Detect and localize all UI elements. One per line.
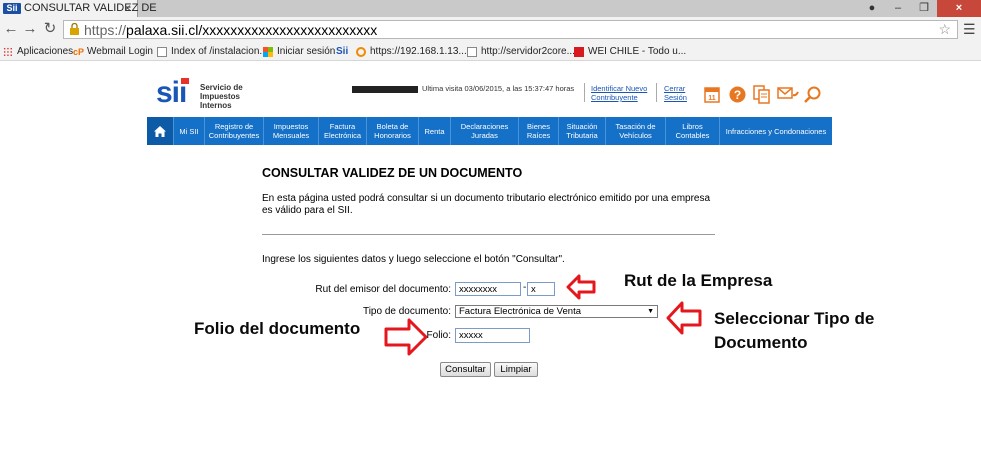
- documents-icon[interactable]: [753, 85, 771, 104]
- annotation-tipo: Seleccionar Tipo de Documento: [714, 309, 875, 352]
- identify-new-taxpayer-link[interactable]: Identificar Nuevo Contribuyente: [591, 84, 647, 102]
- bookmark-192[interactable]: https://192.168.1.13...: [356, 44, 467, 59]
- logout-link[interactable]: Cerrar Sesión: [664, 84, 687, 102]
- rut-dash: -: [523, 282, 527, 293]
- forward-arrow-icon[interactable]: →: [22, 21, 38, 37]
- page-icon: [157, 46, 167, 57]
- browser-menu-icon[interactable]: ☰: [963, 21, 976, 38]
- search-icon[interactable]: [804, 86, 821, 103]
- divider: [262, 234, 715, 235]
- last-visit-text: Ultima visita 03/06/2015, a las 15:37:47…: [422, 84, 575, 93]
- window-user-icon[interactable]: ●: [859, 0, 885, 17]
- nav-home[interactable]: [147, 117, 174, 145]
- tipo-label: Tipo de documento:: [362, 306, 451, 317]
- rut-label: Rut del emisor del documento:: [315, 284, 451, 295]
- redacted-user-name: [352, 85, 418, 93]
- intro-text: En esta página usted podrá consultar si …: [262, 193, 711, 216]
- header-divider: [656, 83, 657, 102]
- dropdown-arrow-icon: ▼: [647, 308, 654, 315]
- back-arrow-icon[interactable]: ←: [3, 21, 19, 37]
- tab-title: CONSULTAR VALIDEZ DE: [24, 2, 157, 14]
- arrow-left-icon: [566, 274, 596, 300]
- nav-infracciones-condonaciones[interactable]: Infracciones y Condonaciones: [720, 117, 832, 145]
- logo-text: Servicio de Impuestos Internos: [200, 83, 243, 110]
- reload-icon[interactable]: ↻: [42, 21, 58, 37]
- sii-icon: Sii: [336, 46, 349, 57]
- bookmark-sii[interactable]: Sii: [336, 44, 348, 59]
- nav-mi-sii[interactable]: Mi SII: [174, 117, 205, 145]
- bookmark-wei[interactable]: WEI CHILE - Todo u...: [574, 44, 686, 59]
- apps-grid-icon: [3, 46, 13, 57]
- calendar-day: 11: [708, 95, 716, 102]
- nav-registro-contribuyentes[interactable]: Registro de Contribuyentes: [205, 117, 264, 145]
- bookmark-index[interactable]: Index of /instalacion...: [157, 44, 268, 59]
- bookmark-webmail[interactable]: cP Webmail Login: [73, 44, 153, 59]
- nav-impuestos-mensuales[interactable]: Impuestos Mensuales: [264, 117, 319, 145]
- nav-boleta-honorarios[interactable]: Boleta de Honorarios: [367, 117, 419, 145]
- bookmark-star-icon[interactable]: ☆: [938, 21, 951, 38]
- nav-declaraciones-juradas[interactable]: Declaraciones Juradas: [451, 117, 519, 145]
- bookmark-iniciar-sesion[interactable]: Iniciar sesión: [263, 44, 335, 59]
- cpanel-icon: cP: [73, 46, 85, 57]
- window-controls: ● – ❐ ×: [859, 0, 981, 17]
- address-bar[interactable]: https://palaxa.sii.cl/xxxxxxxxxxxxxxxxxx…: [63, 20, 958, 39]
- minimize-icon[interactable]: –: [885, 0, 911, 17]
- nav-libros-contables[interactable]: Libros Contables: [666, 117, 720, 145]
- refresh-ring-icon: [356, 46, 366, 57]
- instructions-text: Ingrese los siguientes datos y luego sel…: [262, 254, 565, 265]
- tab-close-icon[interactable]: ×: [124, 1, 131, 15]
- bookmark-servidor[interactable]: http://servidor2core...: [467, 44, 575, 59]
- rut-dv-input[interactable]: [527, 282, 555, 296]
- help-icon[interactable]: ?: [729, 86, 746, 103]
- mail-phone-icon[interactable]: [777, 87, 799, 102]
- nav-tasacion-vehiculos[interactable]: Tasación de Vehículos: [606, 117, 666, 145]
- wei-icon: [574, 46, 584, 57]
- url-text: https://palaxa.sii.cl/xxxxxxxxxxxxxxxxxx…: [84, 22, 377, 38]
- svg-text:?: ?: [734, 88, 741, 102]
- restore-icon[interactable]: ❐: [911, 0, 937, 17]
- limpiar-button[interactable]: Limpiar: [494, 362, 538, 377]
- window-close-icon[interactable]: ×: [937, 0, 981, 17]
- consultar-button[interactable]: Consultar: [440, 362, 491, 377]
- nav-factura-electronica[interactable]: Factura Electrónica: [319, 117, 367, 145]
- tipo-selected-value: Factura Electrónica de Venta: [459, 306, 581, 317]
- header-divider: [584, 83, 585, 102]
- nav-renta[interactable]: Renta: [419, 117, 451, 145]
- tab-strip: Sii CONSULTAR VALIDEZ DE × ● – ❐ ×: [0, 0, 981, 17]
- page-icon: [467, 46, 477, 57]
- home-icon: [154, 125, 166, 137]
- url-scheme: https://: [84, 22, 127, 38]
- page-title: CONSULTAR VALIDEZ DE UN DOCUMENTO: [262, 166, 523, 180]
- browser-tab[interactable]: Sii CONSULTAR VALIDEZ DE ×: [0, 0, 157, 17]
- bookmarks-bar: Aplicaciones cP Webmail Login Index of /…: [0, 43, 981, 61]
- annotation-folio: Folio del documento: [194, 319, 361, 338]
- nav-situacion-tributaria[interactable]: Situación Tributaria: [559, 117, 606, 145]
- main-navigation: Mi SII Registro de Contribuyentes Impues…: [147, 117, 832, 145]
- annotation-rut: Rut de la Empresa: [624, 271, 773, 290]
- arrow-right-icon: [384, 318, 428, 356]
- warning-lock-icon: [70, 23, 79, 35]
- calendar-icon[interactable]: 11: [704, 86, 720, 103]
- sii-logo[interactable]: sii Servicio de Impuestos Internos: [156, 78, 256, 112]
- rut-input[interactable]: [455, 282, 521, 296]
- arrow-left-icon: [666, 301, 702, 335]
- browser-toolbar: ← → ↻ https://palaxa.sii.cl/xxxxxxxxxxxx…: [0, 17, 981, 44]
- logo-red-accent: [181, 78, 189, 84]
- folio-input[interactable]: [455, 328, 530, 343]
- tipo-documento-select[interactable]: Factura Electrónica de Venta ▼: [455, 305, 658, 318]
- windows-icon: [263, 46, 273, 57]
- nav-bienes-raices[interactable]: Bienes Raíces: [519, 117, 559, 145]
- sii-favicon-icon: Sii: [3, 3, 21, 14]
- url-host: palaxa.sii.cl/xxxxxxxxxxxxxxxxxxxxxxxxx: [126, 22, 378, 38]
- user-info: Ultima visita 03/06/2015, a las 15:37:47…: [352, 84, 574, 93]
- bookmark-apps[interactable]: Aplicaciones: [3, 44, 73, 59]
